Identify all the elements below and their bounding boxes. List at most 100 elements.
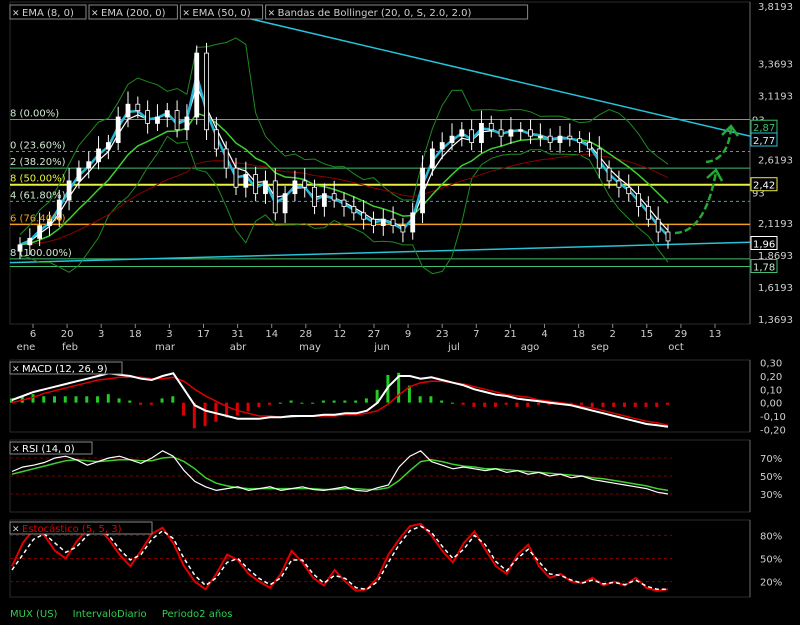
close-icon: ✕ <box>12 9 20 19</box>
candle-body <box>518 129 524 132</box>
month-label: oct <box>668 342 684 353</box>
macd-histogram-bar <box>257 402 261 407</box>
candle-body <box>204 52 209 131</box>
candle-body <box>655 218 661 233</box>
panel-title: Estocástico (5, 5, 3) <box>22 523 122 535</box>
macd-panel: 0,30 0,20 0,10 0,00 -0,10 -0,20 ✕ MACD (12, 26,… <box>9 359 786 436</box>
fib-level-label: 6 (76.40%) <box>10 213 66 224</box>
macd-histogram-bar <box>655 402 659 407</box>
close-icon: ✕ <box>91 9 99 19</box>
x-tick-label: 13 <box>709 329 722 340</box>
x-tick-label: 28 <box>299 329 312 340</box>
month-label: feb <box>62 342 78 353</box>
candle-body <box>76 167 82 182</box>
candle-body <box>439 142 445 150</box>
fast-price-line <box>19 74 669 246</box>
x-tick-label: 23 <box>436 329 449 340</box>
stochastic-panel: 80% 50% 20% ✕ Estocástico (5, 5, 3) <box>9 521 782 592</box>
candle-body <box>223 148 229 169</box>
candle-body <box>606 167 612 182</box>
macd-histogram-bar <box>418 396 422 403</box>
x-tick-label: 31 <box>231 329 244 340</box>
candle-body <box>410 212 416 233</box>
macd-histogram-bar <box>160 398 164 403</box>
candle-body <box>272 180 278 214</box>
panel-title: RSI (14, 0) <box>22 444 75 455</box>
legend-label: Bandas de Bollinger (20, 0, S, 2.0, 2.0) <box>278 8 472 19</box>
macd-histogram-bar <box>364 398 368 403</box>
candle-body <box>312 186 317 207</box>
macd-histogram-bar <box>128 400 132 403</box>
y-tick-label: 2,1193 <box>758 219 793 230</box>
candle-body <box>321 193 327 207</box>
candle-body <box>528 129 533 137</box>
macd-histogram-bar <box>590 402 594 407</box>
candle-body <box>626 186 632 195</box>
fib-level-label: 8 (100.00%) <box>10 248 72 259</box>
panel-frames <box>9 1 751 598</box>
y-tick-label: 0,30 <box>760 359 782 370</box>
macd-histogram-bar <box>203 402 207 427</box>
x-tick-label: 3 <box>166 329 172 340</box>
candle-body <box>174 110 180 131</box>
main-indicator-lines <box>9 5 751 275</box>
y-tick-label: 0,00 <box>760 399 782 410</box>
candle-body <box>537 135 543 139</box>
candle-body <box>282 193 288 214</box>
price-tag-label: 2,77 <box>753 136 775 147</box>
candle-body <box>155 116 160 124</box>
macd-histogram-bar <box>515 402 519 407</box>
x-tick-label: 14 <box>265 329 278 340</box>
candle-body <box>420 167 425 214</box>
x-tick-label: 21 <box>504 329 517 340</box>
main-x-axis: 6 20 3 18 3 17 31 14 28 12 27 9 23 7 21 4 18 2 15 29 13 ene fe… <box>17 324 722 353</box>
macd-histogram-bar <box>42 396 46 403</box>
y-tick-label: 0,10 <box>760 385 782 396</box>
stock-chart: 3,81933,36933,11932,61932,11931,86931,61… <box>9 1 793 598</box>
candle-body <box>459 129 465 137</box>
y-tick-label: 50% <box>760 472 782 483</box>
y-tick-label: 3,8193 <box>758 2 793 13</box>
month-label: jun <box>373 342 389 353</box>
close-icon: ✕ <box>12 445 20 455</box>
macd-histogram-bar <box>311 402 315 404</box>
macd-histogram-bar <box>601 402 605 407</box>
candle-body <box>243 174 249 188</box>
candle-body <box>361 212 367 220</box>
candle-body <box>645 206 651 220</box>
x-tick-label: 12 <box>334 329 347 340</box>
x-tick-label: 4 <box>541 329 547 340</box>
x-tick-label: 3 <box>98 329 104 340</box>
upper-trendline <box>194 5 751 137</box>
candle-body <box>469 129 475 143</box>
fib-level-label: 8 (50.00%) <box>10 174 66 185</box>
candle-body <box>479 122 484 143</box>
candle-body <box>636 193 641 207</box>
price-tag-label: 1,96 <box>753 240 775 251</box>
candle-body <box>488 122 494 131</box>
x-tick-label: 18 <box>572 329 585 340</box>
macd-histogram-bar <box>472 402 476 407</box>
x-tick-label: 29 <box>675 329 688 340</box>
macd-line <box>11 372 669 428</box>
month-label: may <box>299 342 321 353</box>
rsi-ma-line <box>11 456 669 492</box>
candle-body <box>380 218 386 227</box>
candle-body <box>429 148 435 169</box>
x-tick-label: 17 <box>197 329 210 340</box>
symbol-label: MUX (US) <box>10 609 58 620</box>
x-tick-label: 6 <box>30 329 36 340</box>
candle-body <box>587 142 592 150</box>
macd-histogram-bar <box>85 396 89 403</box>
candle-body <box>292 180 298 195</box>
candle-body <box>213 129 219 150</box>
macd-histogram-bar <box>493 402 497 407</box>
x-tick-label: 18 <box>129 329 142 340</box>
y-tick-label: 80% <box>760 531 782 542</box>
month-label: jul <box>447 342 460 353</box>
candle-body <box>233 167 239 188</box>
candle-body <box>302 180 308 188</box>
x-tick-label: 27 <box>368 329 381 340</box>
macd-histogram-bar <box>182 402 186 416</box>
macd-histogram-bar <box>622 402 626 407</box>
